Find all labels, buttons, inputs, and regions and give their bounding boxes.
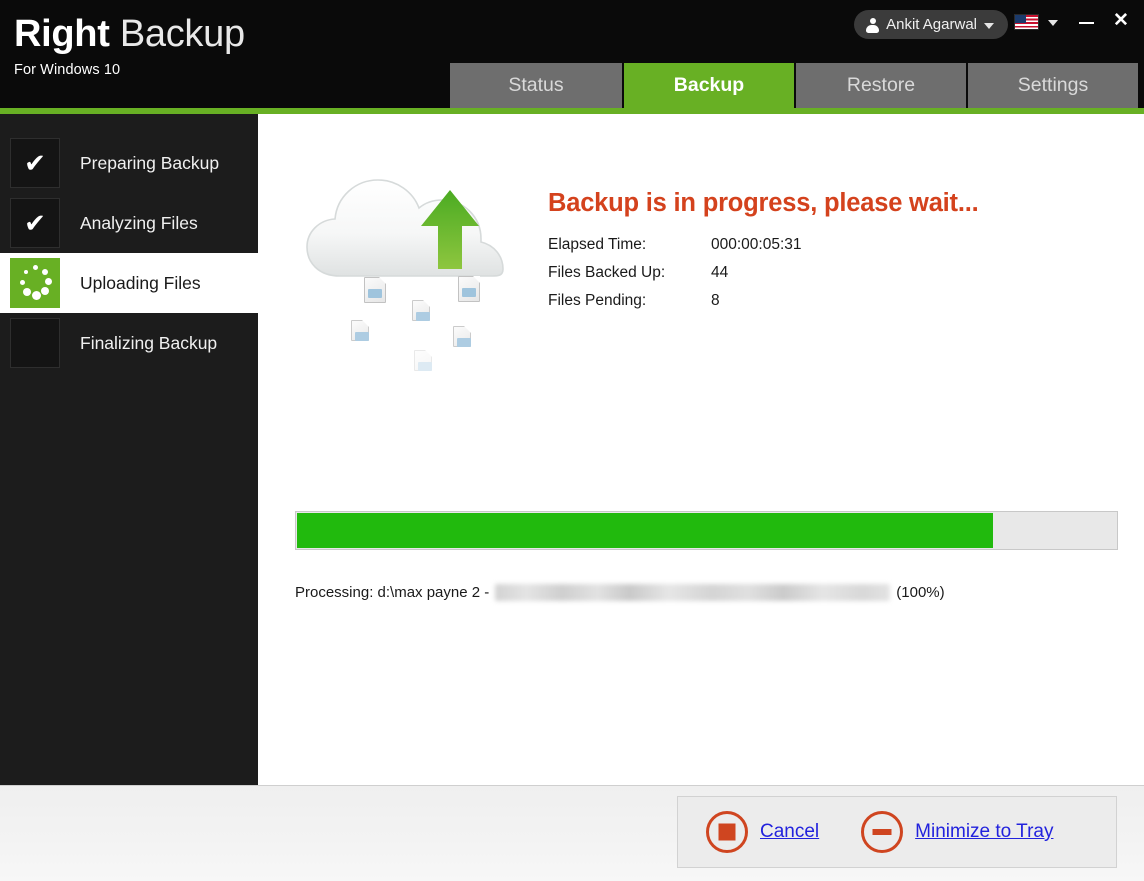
step-status-box <box>10 258 60 308</box>
stat-value: 44 <box>711 264 729 281</box>
cancel-label[interactable]: Cancel <box>760 821 819 843</box>
stat-label: Files Pending: <box>548 292 647 309</box>
title-bar: Right Backup For Windows 10 Ankit Agarwa… <box>0 0 1144 108</box>
status-heading: Backup is in progress, please wait... <box>548 189 979 217</box>
account-menu-button[interactable]: Ankit Agarwal <box>854 10 1008 39</box>
tab-settings[interactable]: Settings <box>966 63 1138 108</box>
file-icon <box>364 277 386 303</box>
app-title: Right Backup <box>14 12 245 56</box>
spinner-icon <box>11 259 59 307</box>
file-icon <box>414 350 432 371</box>
stat-row: Files Backed Up: 44 <box>548 264 1108 282</box>
main-content: Backup is in progress, please wait... El… <box>258 114 1144 785</box>
action-panel: Cancel Minimize to Tray <box>677 796 1117 868</box>
footer-bar: Cancel Minimize to Tray <box>0 785 1144 881</box>
stat-row: Elapsed Time: 000:00:05:31 <box>548 236 1108 254</box>
cancel-button[interactable]: Cancel <box>706 811 819 853</box>
step-status-box: ✔ <box>10 198 60 248</box>
stat-row: Files Pending: 8 <box>548 292 1108 310</box>
sidebar-item-label: Analyzing Files <box>80 212 198 233</box>
tab-restore[interactable]: Restore <box>794 63 966 108</box>
chevron-down-icon <box>1048 20 1058 26</box>
redacted-filename <box>495 584 891 601</box>
sidebar-item-analyzing-files[interactable]: ✔ Analyzing Files <box>0 193 258 253</box>
tab-strip: Status Backup Restore Settings <box>450 63 1138 108</box>
chevron-down-icon <box>984 22 994 29</box>
app-title-bold: Right <box>14 13 110 55</box>
minimize-to-tray-button[interactable]: Minimize to Tray <box>861 811 1053 853</box>
check-icon: ✔ <box>24 208 46 238</box>
check-icon: ✔ <box>24 148 46 178</box>
stat-value: 8 <box>711 292 720 309</box>
person-icon <box>866 17 880 33</box>
language-selector[interactable] <box>1014 14 1058 30</box>
sidebar-item-label: Uploading Files <box>80 272 201 293</box>
sidebar-item-preparing-backup[interactable]: ✔ Preparing Backup <box>0 133 258 193</box>
minimize-icon[interactable] <box>1074 8 1100 34</box>
minimize-to-tray-label[interactable]: Minimize to Tray <box>915 821 1053 843</box>
app-branding: Right Backup For Windows 10 <box>14 12 245 78</box>
us-flag-icon <box>1014 14 1039 30</box>
step-status-box <box>10 318 60 368</box>
sidebar-item-finalizing-backup[interactable]: Finalizing Backup <box>0 313 258 373</box>
app-subtitle: For Windows 10 <box>14 62 121 78</box>
file-icon <box>412 300 430 321</box>
backup-stats: Elapsed Time: 000:00:05:31 Files Backed … <box>548 236 1108 310</box>
step-status-box: ✔ <box>10 138 60 188</box>
sidebar-item-label: Finalizing Backup <box>80 332 218 353</box>
body-area: ✔ Preparing Backup ✔ Analyzing Files Upl… <box>0 114 1144 786</box>
file-icon <box>453 326 471 347</box>
sidebar: ✔ Preparing Backup ✔ Analyzing Files Upl… <box>0 114 258 786</box>
minimize-to-tray-icon <box>861 811 904 853</box>
app-window: Right Backup For Windows 10 Ankit Agarwa… <box>0 0 1144 881</box>
close-icon[interactable]: ✕ <box>1108 8 1134 34</box>
sidebar-item-label: Preparing Backup <box>80 152 220 173</box>
account-name-label: Ankit Agarwal <box>886 16 977 33</box>
processing-status-line: Processing: d:\max payne 2 - (100%) <box>295 584 1125 601</box>
sidebar-item-uploading-files[interactable]: Uploading Files <box>0 253 258 313</box>
tab-status[interactable]: Status <box>450 63 622 108</box>
backup-status-block: Backup is in progress, please wait... El… <box>548 189 1108 320</box>
progress-bar <box>295 511 1118 550</box>
file-icon <box>458 276 480 302</box>
close-glyph: ✕ <box>1113 10 1129 31</box>
stop-icon <box>706 811 748 853</box>
flag-canton <box>1015 15 1026 23</box>
stat-label: Elapsed Time: <box>548 236 647 253</box>
file-icon <box>351 320 369 341</box>
app-title-light: Backup <box>109 13 245 55</box>
cloud-upload-icon <box>298 164 528 384</box>
stat-label: Files Backed Up: <box>548 264 666 281</box>
tab-backup[interactable]: Backup <box>622 63 794 108</box>
stat-value: 000:00:05:31 <box>711 236 802 253</box>
processing-percent: (100%) <box>896 584 945 601</box>
progress-bar-fill <box>297 513 994 548</box>
processing-prefix: Processing: d:\max payne 2 - <box>295 584 490 601</box>
